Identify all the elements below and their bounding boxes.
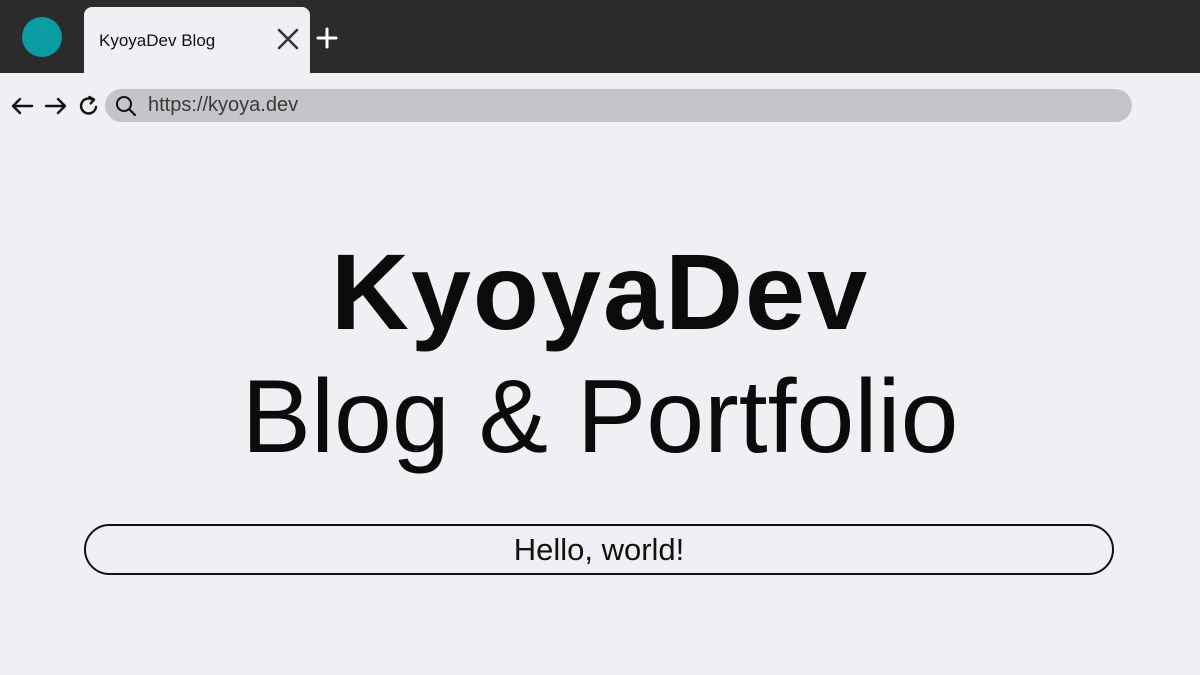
close-icon[interactable] — [276, 27, 300, 51]
new-tab-plus-icon[interactable] — [316, 27, 338, 49]
forward-arrow-icon[interactable] — [44, 94, 68, 118]
hero-section: KyoyaDev Blog & Portfolio — [0, 232, 1200, 482]
hero-title: KyoyaDev — [330, 231, 870, 352]
greeting-box: Hello, world! — [84, 524, 1114, 575]
tab-title: KyoyaDev Blog — [99, 31, 216, 50]
favicon-icon — [22, 17, 62, 57]
tab-kyoyadev-blog[interactable]: KyoyaDev Blog — [84, 7, 310, 73]
back-arrow-icon[interactable] — [10, 94, 34, 118]
reload-icon[interactable] — [77, 94, 101, 118]
address-bar[interactable]: https://kyoya.dev — [105, 89, 1132, 122]
hero-subtitle: Blog & Portfolio — [241, 359, 959, 475]
url-text[interactable]: https://kyoya.dev — [148, 94, 298, 117]
greeting-text: Hello, world! — [513, 531, 685, 567]
browser-titlebar: KyoyaDev Blog — [0, 0, 1200, 73]
search-icon — [115, 95, 137, 117]
